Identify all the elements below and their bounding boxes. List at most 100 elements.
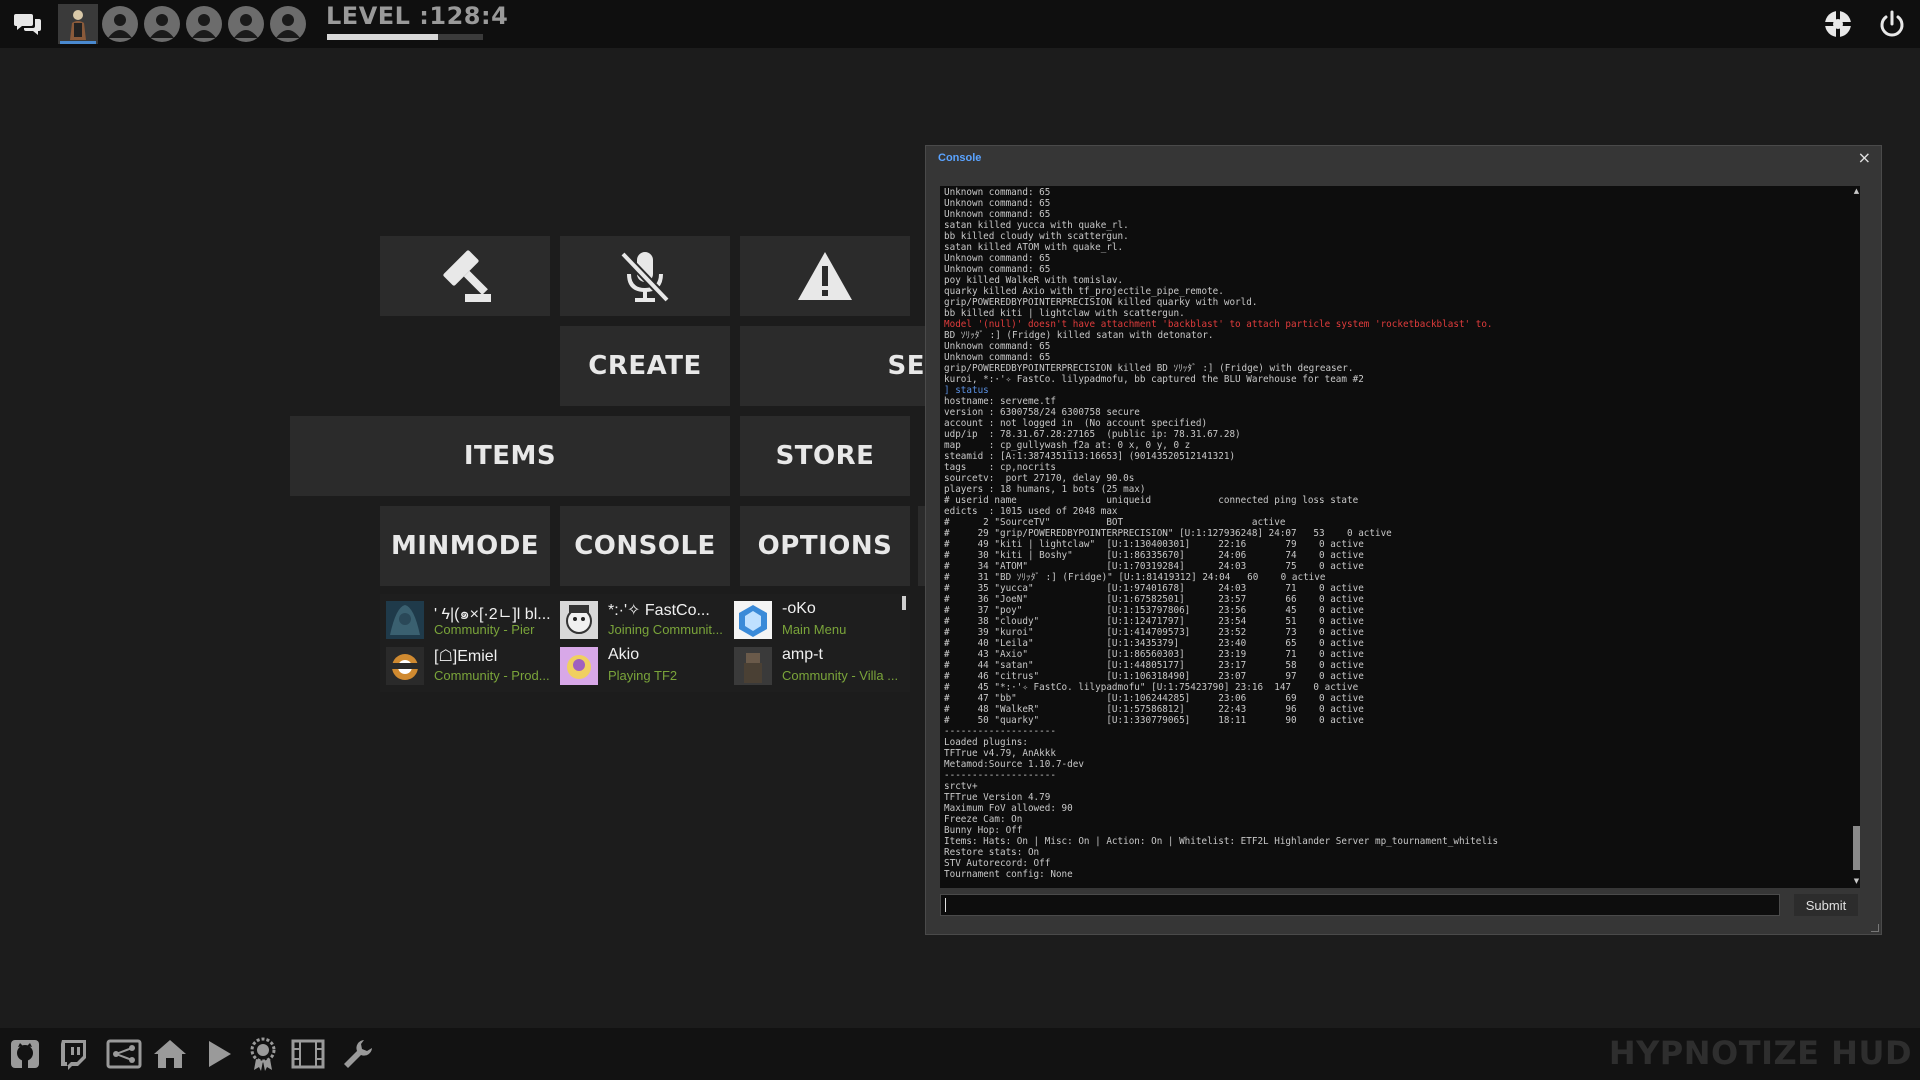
console-line: Unknown command: 65 <box>944 341 1051 352</box>
friend-status: Playing TF2 <box>608 668 678 683</box>
menu-tile-partial <box>918 506 925 586</box>
console-line: TFTrue v4.79, AnAkkk <box>944 748 1056 759</box>
film-icon <box>291 1039 325 1069</box>
close-icon[interactable]: × <box>1858 148 1871 167</box>
servers-button[interactable]: SE <box>740 326 925 406</box>
mute-voice-button[interactable] <box>560 236 730 316</box>
console-line: Model '(null)' doesn't have attachment '… <box>944 319 1493 330</box>
wrench-icon <box>344 1040 372 1068</box>
twitch-icon <box>61 1040 86 1070</box>
scroll-up-icon[interactable]: ▲ <box>1853 188 1860 195</box>
items-button[interactable]: ITEMS <box>290 416 730 496</box>
console-scrollbar[interactable]: ▲ ▼ <box>1853 186 1860 888</box>
console-line: # 39 "kuroi" [U:1:414709573] 23:52 73 0 … <box>944 627 1364 638</box>
home-button[interactable] <box>153 1037 187 1071</box>
console-line: # 48 "WalkeR" [U:1:57586812] 22:43 96 0 … <box>944 704 1364 715</box>
friends-scrollbar[interactable] <box>902 596 906 610</box>
character-portrait <box>58 4 98 44</box>
console-line: satan killed ATOM with quake_rl. <box>944 242 1124 253</box>
party-slot-2[interactable] <box>144 6 180 42</box>
console-line: steamid : [A:1:3874351113:16653] (901435… <box>944 451 1236 462</box>
submit-button[interactable]: Submit <box>1794 894 1858 916</box>
console-line: hostname: serveme.tf <box>944 396 1056 407</box>
console-line: Maximum FoV allowed: 90 <box>944 803 1073 814</box>
console-line: # 49 "kiti | lightclaw" [U:1:130400301] … <box>944 539 1364 550</box>
friend-item[interactable]: *:·'✧ FastCo... Joining Communit... <box>556 598 728 642</box>
top-bar: LEVEL :128:4 <box>0 0 1920 48</box>
console-line: # 40 "Leila" [U:1:3435379] 23:40 65 0 ac… <box>944 638 1364 649</box>
console-line: BD ｿﾘｯﾀﾞ :] (Fridge) killed satan with d… <box>944 330 1214 341</box>
friend-item[interactable]: ' ϟ|(๑×[·2ㄴ]l bl... Community - Pier <box>382 598 554 642</box>
tf2-menu-button[interactable] <box>1818 4 1858 44</box>
console-line: STV Autorecord: Off <box>944 858 1051 869</box>
chat-button[interactable] <box>8 4 48 44</box>
friend-item[interactable]: -oKo Main Menu <box>730 598 902 642</box>
console-line: # 46 "citrus" [U:1:106318490] 23:07 97 0… <box>944 671 1364 682</box>
github-button[interactable] <box>8 1037 42 1071</box>
achievements-button[interactable] <box>246 1037 280 1071</box>
party-slot-5[interactable] <box>270 6 306 42</box>
gavel-icon <box>443 250 491 302</box>
mic-muted-icon <box>620 251 670 303</box>
network-button[interactable] <box>104 1037 144 1071</box>
minmode-button[interactable]: MINMODE <box>380 506 550 586</box>
report-button[interactable] <box>380 236 550 316</box>
play-icon <box>209 1041 231 1067</box>
replays-button[interactable] <box>291 1037 325 1071</box>
character-button[interactable] <box>58 4 98 44</box>
console-line: Unknown command: 65 <box>944 352 1051 363</box>
user-icon <box>276 14 300 38</box>
friend-item[interactable]: [☖]Emiel Community - Prod... <box>382 644 554 688</box>
bottom-bar: HYPNOTIZE HUD <box>0 1028 1920 1080</box>
friend-item[interactable]: Akio Playing TF2 <box>556 644 728 688</box>
console-line: poy killed WalkeR with tomislav. <box>944 275 1124 286</box>
resize-grip-icon[interactable] <box>1871 924 1879 932</box>
level-progress-bar <box>327 34 483 40</box>
warning-icon <box>798 252 852 300</box>
friend-avatar <box>386 647 424 685</box>
options-button[interactable]: OPTIONS <box>740 506 910 586</box>
friend-item[interactable]: amp-t Community - Villa ... <box>730 644 902 688</box>
console-line: # 44 "satan" [U:1:44805177] 23:17 58 0 a… <box>944 660 1364 671</box>
console-line: edicts : 1015 used of 2048 max <box>944 506 1118 517</box>
hud-brand-label: HYPNOTIZE HUD <box>1608 1034 1912 1072</box>
achievement-icon <box>250 1037 276 1071</box>
friend-name: -oKo <box>782 600 816 617</box>
quit-button[interactable] <box>1872 4 1912 44</box>
party-slot-3[interactable] <box>186 6 222 42</box>
friend-avatar <box>734 601 772 639</box>
github-icon <box>11 1040 39 1068</box>
servers-label: SE <box>887 351 925 381</box>
play-button[interactable] <box>202 1037 236 1071</box>
console-line: sourcetv: port 27170, delay 90.0s <box>944 473 1135 484</box>
friend-name: *:·'✧ FastCo... <box>608 602 710 619</box>
console-window: Console × Unknown command: 65 Unknown com… <box>925 145 1882 935</box>
console-line: # 35 "yucca" [U:1:97401678] 24:03 71 0 a… <box>944 583 1364 594</box>
warning-button[interactable] <box>740 236 910 316</box>
friend-name: amp-t <box>782 646 823 663</box>
console-line: satan killed yucca with quake_rl. <box>944 220 1129 231</box>
console-line: srctv+ <box>944 781 978 792</box>
console-line: TFTrue Version 4.79 <box>944 792 1051 803</box>
party-slot-1[interactable] <box>102 6 138 42</box>
user-icon <box>234 14 258 38</box>
console-input[interactable] <box>940 894 1780 916</box>
level-progress-fill <box>327 34 438 40</box>
twitch-button[interactable] <box>56 1037 90 1071</box>
console-button[interactable]: CONSOLE <box>560 506 730 586</box>
settings-button[interactable] <box>341 1037 375 1071</box>
console-line: map : cp_gullywash_f2a at: 0 x, 0 y, 0 z <box>944 440 1191 451</box>
console-line: # 47 "bb" [U:1:106244285] 23:06 69 0 act… <box>944 693 1364 704</box>
create-button[interactable]: CREATE <box>560 326 730 406</box>
store-button[interactable]: STORE <box>740 416 910 496</box>
console-scroll-thumb[interactable] <box>1853 826 1860 870</box>
friend-status: Joining Communit... <box>608 622 723 637</box>
console-line: udp/ip : 78.31.67.28:27165 (public ip: 7… <box>944 429 1241 440</box>
console-line: account : not logged in (No account spec… <box>944 418 1208 429</box>
console-line: # 43 "Axio" [U:1:86560303] 23:19 71 0 ac… <box>944 649 1364 660</box>
scroll-down-icon[interactable]: ▼ <box>1853 878 1860 885</box>
party-slot-4[interactable] <box>228 6 264 42</box>
console-line: # 31 "BD ｿﾘｯﾀﾞ :] (Fridge)" [U:1:8141931… <box>944 572 1326 583</box>
user-icon <box>150 14 174 38</box>
friends-list: ' ϟ|(๑×[·2ㄴ]l bl... Community - Pier *:·… <box>380 594 910 692</box>
